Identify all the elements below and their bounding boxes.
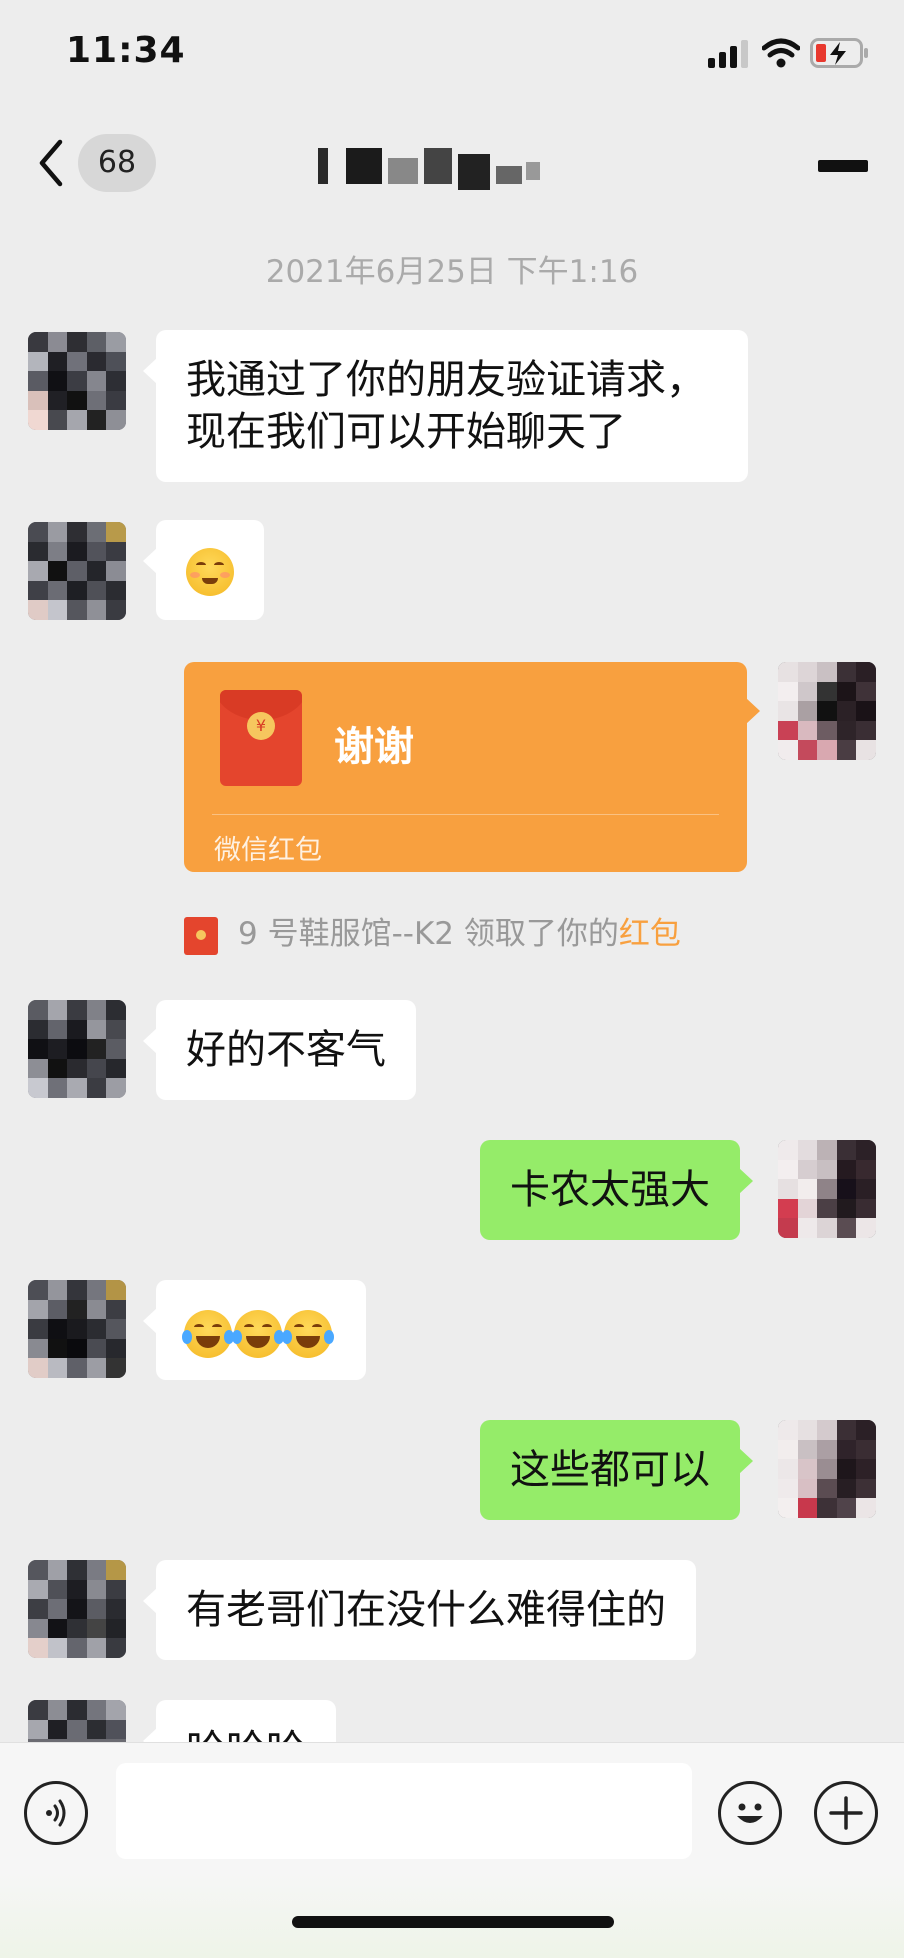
message-bubble-received[interactable]: [143, 520, 264, 620]
voice-input-icon[interactable]: [24, 1781, 88, 1845]
message-bubble-received[interactable]: [143, 1280, 366, 1380]
message-bubble-received[interactable]: 哈哈哈: [143, 1700, 336, 1742]
my-avatar[interactable]: [778, 1140, 876, 1238]
my-avatar[interactable]: [778, 1420, 876, 1518]
message-text: 现在我们可以开始聊天了: [186, 409, 626, 455]
contact-avatar[interactable]: [28, 332, 126, 430]
my-avatar[interactable]: [778, 662, 876, 760]
contact-avatar[interactable]: [28, 1000, 126, 1098]
nav-bar: 68: [0, 110, 904, 220]
message-bubble-sent[interactable]: 这些都可以: [480, 1420, 753, 1520]
emoji-picker-icon[interactable]: [718, 1781, 782, 1845]
red-packet-card[interactable]: ¥ 谢谢 微信红包: [184, 662, 760, 872]
message-input[interactable]: [116, 1763, 692, 1859]
more-options-icon[interactable]: [818, 160, 868, 172]
signal-icon: [708, 40, 748, 68]
tears-of-joy-emoji-icon: [282, 1310, 334, 1358]
unread-count-badge[interactable]: 68: [78, 134, 156, 192]
contact-avatar[interactable]: [28, 1560, 126, 1658]
chat-title-redacted: [318, 148, 568, 190]
message-bubble-received[interactable]: 有老哥们在没什么难得住的: [143, 1560, 696, 1660]
red-packet-link[interactable]: 红包: [619, 916, 681, 952]
contact-avatar[interactable]: [28, 1700, 126, 1742]
divider: [212, 814, 719, 815]
system-notice-text: 9 号鞋服馆--K2 领取了你的: [238, 916, 619, 952]
battery-charging-icon: [810, 38, 868, 68]
status-time: 11:34: [66, 30, 186, 71]
home-indicator[interactable]: [292, 1916, 614, 1928]
blush-face-emoji-icon: [186, 548, 234, 596]
back-chevron-icon[interactable]: [36, 138, 66, 188]
home-indicator-area: [0, 1872, 904, 1958]
message-bubble-sent[interactable]: 卡农太强大: [480, 1140, 753, 1240]
chat-input-bar: [0, 1742, 904, 1872]
timestamp-divider: 2021年6月25日 下午1:16: [265, 254, 639, 290]
message-bubble-received[interactable]: 我通过了你的朋友验证请求， 现在我们可以开始聊天了: [143, 330, 748, 482]
red-packet-icon: ¥: [220, 690, 302, 786]
message-text: 我通过了你的朋友验证请求，: [186, 357, 706, 403]
message-row-partial: 哈哈哈: [0, 1690, 904, 1742]
red-packet-small-icon: [184, 916, 218, 955]
red-packet-title: 谢谢: [334, 724, 414, 770]
message-bubble-received[interactable]: 好的不客气: [143, 1000, 416, 1100]
coin-symbol: ¥: [247, 712, 275, 740]
contact-avatar[interactable]: [28, 522, 126, 620]
tears-of-joy-emoji-icon: [182, 1310, 234, 1358]
contact-avatar[interactable]: [28, 1280, 126, 1378]
red-packet-label: 微信红包: [214, 835, 322, 866]
tears-of-joy-emoji-icon: [232, 1310, 284, 1358]
more-actions-plus-icon[interactable]: [814, 1781, 878, 1845]
wifi-icon: [762, 38, 800, 68]
status-bar: 11:34: [0, 0, 904, 110]
system-notice: 9 号鞋服馆--K2 领取了你的红包: [184, 908, 681, 955]
